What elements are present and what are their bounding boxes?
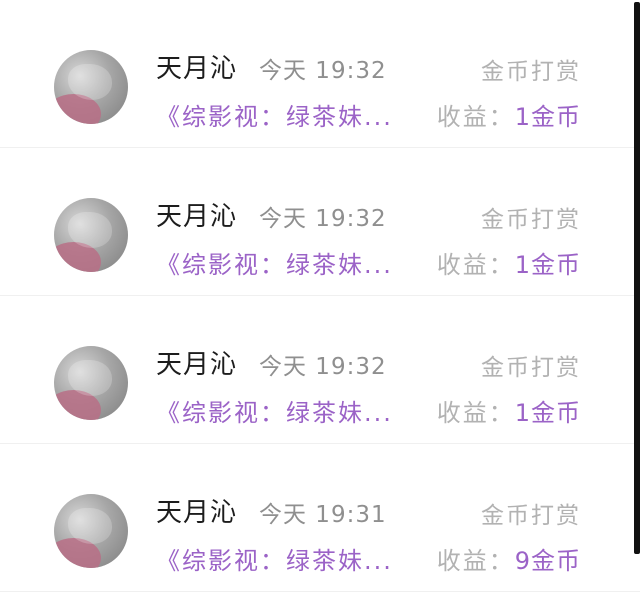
reward-record-item[interactable]: 天月沁 今天 19:32 金币打赏 《综影视：绿茶妹... 收益：1金币 — [0, 148, 640, 296]
reward-type: 金币打赏 — [481, 355, 581, 381]
user-name: 天月沁 — [156, 350, 238, 380]
scrollbar[interactable] — [634, 0, 640, 593]
book-title-link[interactable]: 《综影视：绿茶妹... — [156, 393, 421, 428]
reward-type: 金币打赏 — [481, 59, 581, 85]
book-title-link[interactable]: 《综影视：绿茶妹... — [156, 541, 421, 576]
scrollbar-thumb[interactable] — [634, 2, 640, 554]
earnings-label: 收益： — [436, 103, 515, 131]
earnings: 收益：9金币 — [437, 541, 581, 576]
avatar[interactable] — [54, 198, 128, 272]
avatar[interactable] — [54, 494, 128, 568]
record-time: 今天 19:32 — [259, 58, 387, 84]
earnings: 收益：1金币 — [437, 393, 581, 428]
earnings-label: 收益： — [436, 251, 515, 279]
reward-type: 金币打赏 — [481, 503, 581, 529]
avatar[interactable] — [54, 346, 128, 420]
user-name: 天月沁 — [156, 498, 238, 528]
record-time: 今天 19:32 — [259, 354, 387, 380]
earnings-label: 收益： — [436, 399, 515, 427]
reward-type: 金币打赏 — [481, 207, 581, 233]
earnings: 收益：1金币 — [437, 97, 581, 132]
earnings-label: 收益： — [436, 547, 515, 575]
earnings-value: 1金币 — [514, 399, 581, 427]
user-name: 天月沁 — [156, 202, 238, 232]
user-name: 天月沁 — [156, 54, 238, 84]
earnings-value: 1金币 — [514, 103, 581, 131]
earnings-value: 1金币 — [514, 251, 581, 279]
reward-record-item[interactable]: 天月沁 今天 19:32 金币打赏 《综影视：绿茶妹... 收益：1金币 — [0, 296, 640, 444]
record-time: 今天 19:32 — [259, 206, 387, 232]
avatar[interactable] — [54, 50, 128, 124]
earnings-value: 9金币 — [514, 547, 581, 575]
record-time: 今天 19:31 — [259, 502, 387, 528]
reward-record-list: 天月沁 今天 19:32 金币打赏 《综影视：绿茶妹... 收益：1金币 天月沁… — [0, 0, 640, 592]
book-title-link[interactable]: 《综影视：绿茶妹... — [156, 97, 421, 132]
reward-record-item[interactable]: 天月沁 今天 19:32 金币打赏 《综影视：绿茶妹... 收益：1金币 — [0, 0, 640, 148]
book-title-link[interactable]: 《综影视：绿茶妹... — [156, 245, 421, 280]
earnings: 收益：1金币 — [437, 245, 581, 280]
reward-record-item[interactable]: 天月沁 今天 19:31 金币打赏 《综影视：绿茶妹... 收益：9金币 — [0, 444, 640, 592]
